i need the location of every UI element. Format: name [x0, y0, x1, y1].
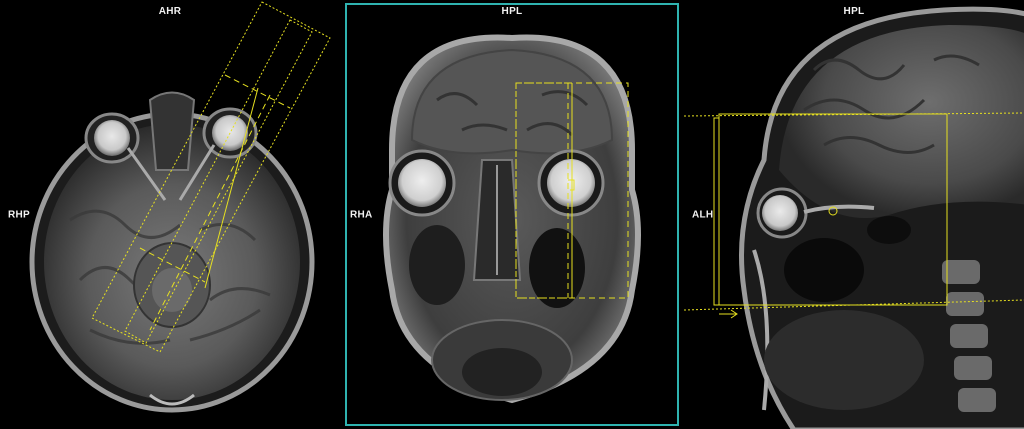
arrow-right-icon [719, 309, 738, 319]
coronal-image [383, 34, 641, 404]
coronal-orientation-left: RHA [350, 209, 373, 220]
sagittal-orientation-top: HPL [843, 6, 865, 17]
axial-image [29, 1, 331, 413]
sagittal-image [684, 6, 1024, 429]
axial-viewport[interactable]: AHR RHP [0, 0, 340, 429]
coronal-viewport[interactable]: HPL RHA [342, 0, 682, 429]
coronal-orientation-top: HPL [501, 6, 523, 17]
axial-orientation-top: AHR [158, 6, 182, 17]
axial-orientation-left: RHP [8, 209, 31, 220]
sagittal-viewport[interactable]: HPL ALH [684, 0, 1024, 429]
sagittal-orientation-left: ALH [692, 209, 714, 220]
